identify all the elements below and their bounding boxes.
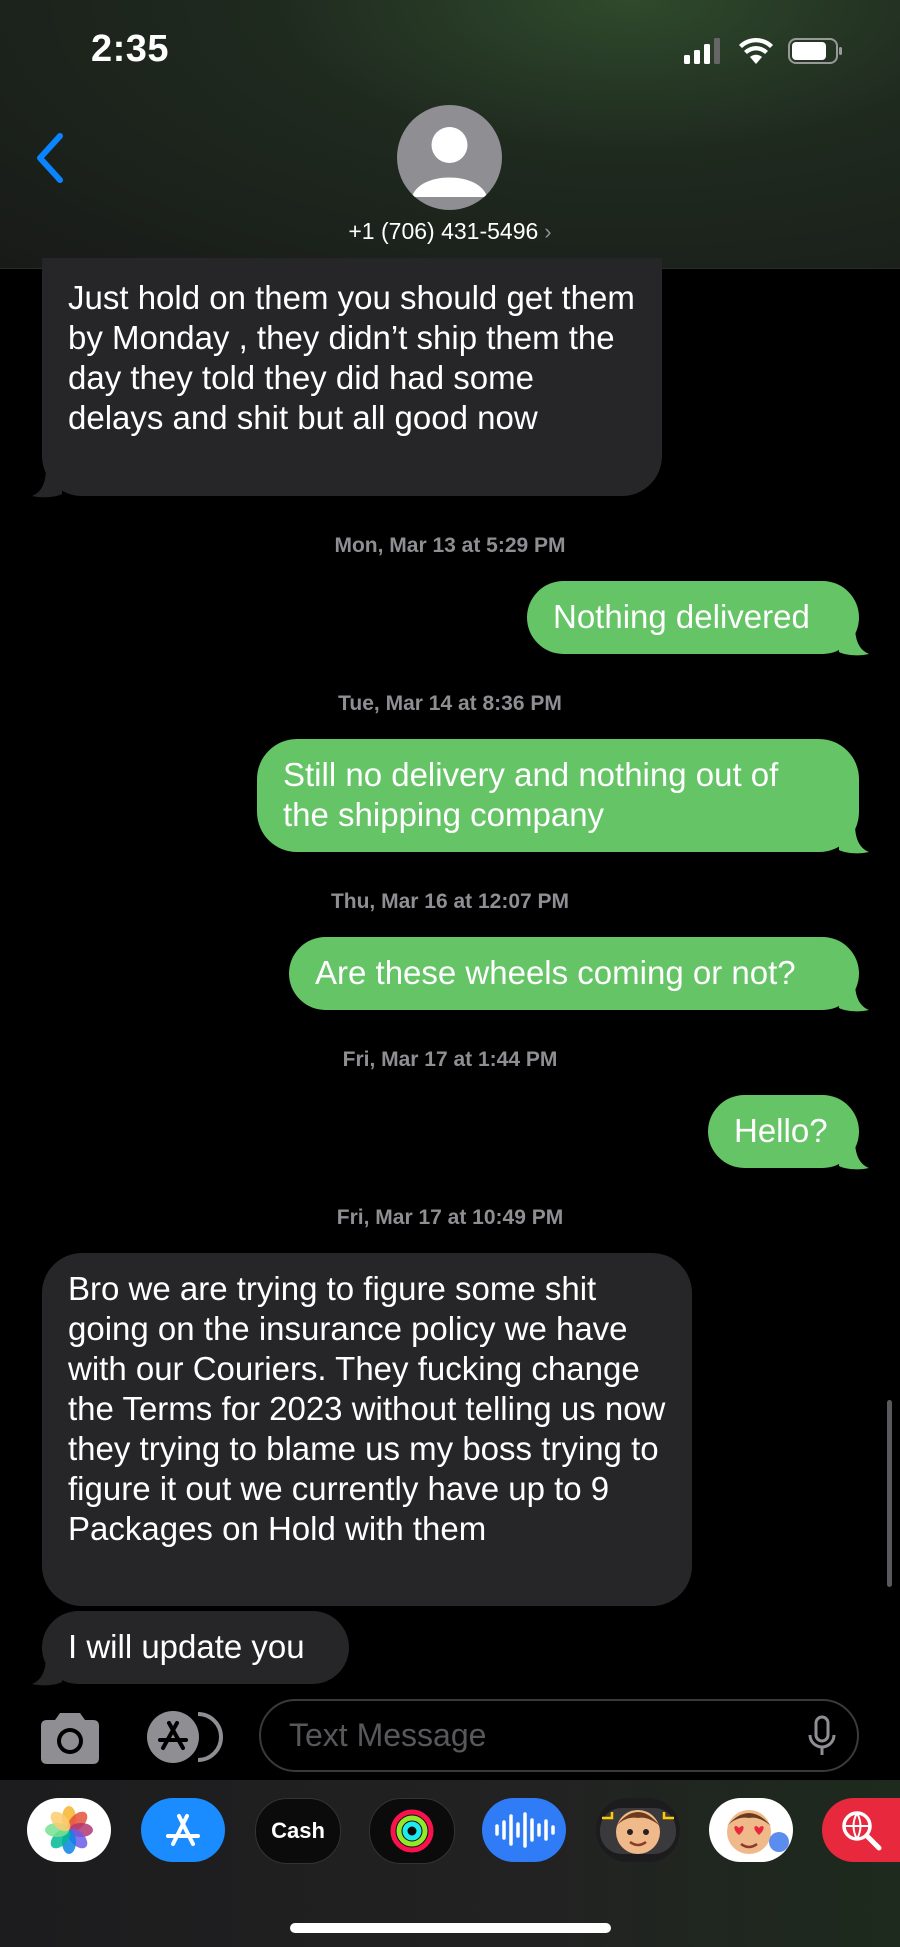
message-text: Just hold on them you should get them by… [68,279,635,436]
back-chevron-icon[interactable] [30,128,70,188]
app-drawer: Cash [0,1780,900,1947]
apple-cash-icon[interactable]: Cash [255,1798,341,1864]
memoji-face-icon [600,1808,676,1854]
photos-icon[interactable] [27,1798,111,1862]
message-text: Hello? [734,1112,828,1149]
bubble-tail [839,982,869,1012]
timestamp: Thu, Mar 16 at 12:07 PM [330,890,570,913]
activity-icon[interactable] [369,1798,455,1864]
photos-flower-icon [45,1806,93,1854]
bubble-tail [839,1140,869,1170]
heart-eyes-memoji-icon [727,1810,789,1854]
message-incoming[interactable]: I will update you [32,1611,349,1686]
message-input-placeholder: Text Message [289,1717,487,1753]
message-text: Still no delivery and nothing out of the… [283,756,779,833]
contact-name[interactable]: +1 (706) 431-5496 › [0,218,900,245]
message-outgoing[interactable]: Nothing delivered [527,581,869,656]
waveform-icon [495,1812,555,1848]
bubble-tail [839,824,869,854]
contact-chevron-icon: › [544,219,552,244]
apple-cash-label: Cash [271,1818,325,1843]
status-time: 2:35 [91,28,170,70]
camera-icon[interactable] [37,1710,103,1768]
timestamp: Tue, Mar 14 at 8:36 PM [338,692,562,715]
conversation-header: 2:35 +1 (706) 431-5496 › [0,0,900,269]
timestamp: Mon, Mar 13 at 5:29 PM [334,534,566,557]
home-indicator[interactable] [290,1923,611,1933]
status-icons [684,36,844,66]
message-text: Nothing delivered [553,598,810,635]
app-store-a-icon [166,1814,200,1846]
scrollbar[interactable] [887,1400,892,1587]
cellular-signal-icon [684,38,720,64]
app-store-icon[interactable] [141,1798,225,1862]
bubble-tail [839,626,869,656]
message-outgoing[interactable]: Hello? [708,1095,869,1170]
bubble-tail [32,468,62,498]
wifi-icon [739,37,773,64]
message-input[interactable]: Text Message [259,1699,859,1772]
app-store-apps-icon[interactable] [146,1710,226,1764]
message-outgoing[interactable]: Are these wheels coming or not? [289,937,869,1012]
compose-bar: Text Message [0,1690,900,1780]
memoji-icon[interactable] [596,1798,680,1862]
contact-avatar[interactable] [397,105,502,210]
magnifier-globe-icon [842,1811,882,1851]
message-text: Bro we are trying to figure some shit go… [68,1270,666,1547]
message-text: Are these wheels coming or not? [315,954,796,991]
message-text: I will update you [68,1628,305,1665]
battery-icon [788,38,842,64]
person-silhouette-icon [412,127,487,197]
audio-message-icon[interactable] [482,1798,566,1862]
contact-number[interactable]: +1 (706) 431-5496 [348,218,538,244]
activity-rings-icon [390,1809,434,1853]
timestamp: Fri, Mar 17 at 10:49 PM [336,1206,564,1229]
memoji-stickers-icon[interactable] [709,1798,793,1862]
bubble-tail [32,1656,62,1686]
message-incoming[interactable]: Just hold on them you should get them by… [32,258,662,498]
message-outgoing[interactable]: Still no delivery and nothing out of the… [257,739,869,854]
timestamp: Fri, Mar 17 at 1:44 PM [342,1048,558,1071]
image-search-icon[interactable] [822,1798,900,1862]
microphone-icon[interactable] [807,1715,837,1757]
message-incoming[interactable]: Bro we are trying to figure some shit go… [42,1253,692,1606]
